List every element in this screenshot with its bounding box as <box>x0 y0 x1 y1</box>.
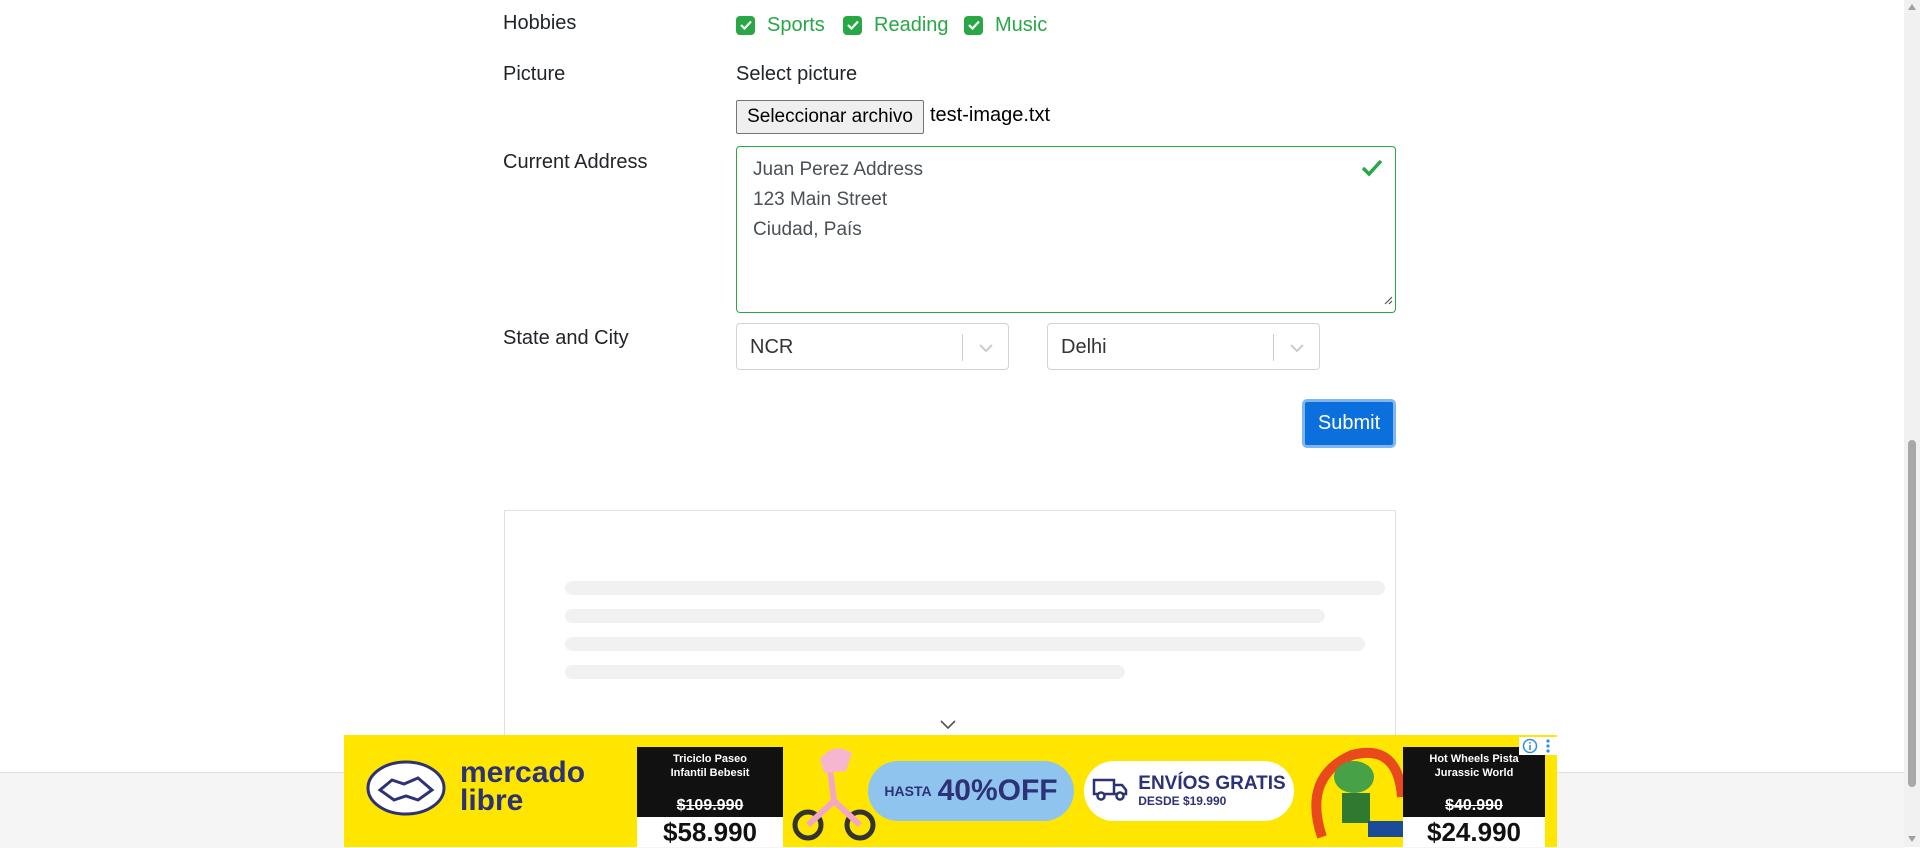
discount-prefix: HASTA <box>884 783 932 799</box>
toy-track-image <box>1302 737 1418 847</box>
faded-text-line <box>565 637 1365 651</box>
product-card-1: Triciclo Paseo Infantil Bebesit <box>637 747 783 797</box>
chevron-down-icon[interactable] <box>976 338 996 363</box>
checkmark-icon <box>736 15 755 35</box>
checkbox-label-sports: Sports <box>767 13 825 36</box>
product-old-price: $40.990 <box>1445 797 1503 814</box>
select-separator <box>962 334 963 361</box>
address-line: Ciudad, País <box>753 219 862 240</box>
checkbox-music[interactable]: Music <box>964 12 1047 38</box>
product-old-price: $109.990 <box>676 797 744 814</box>
discount-value: 40%OFF <box>937 774 1058 807</box>
checkbox-sports[interactable]: Sports <box>736 12 825 38</box>
checkmark-icon <box>964 15 983 35</box>
faded-text-line <box>565 609 1325 623</box>
more-options-icon[interactable] <box>1543 738 1553 759</box>
submit-button[interactable]: Submit <box>1302 399 1396 448</box>
brand-text: mercado <box>460 756 586 789</box>
current-address-textarea[interactable]: Juan Perez Address 123 Main Street Ciuda… <box>736 146 1396 313</box>
product-price: $24.990 <box>1403 817 1545 847</box>
faded-text-line <box>565 581 1385 595</box>
resize-handle-icon[interactable] <box>1383 292 1393 310</box>
brand-text: libre <box>460 784 524 817</box>
picture-label: Picture <box>503 63 566 85</box>
state-select[interactable]: NCR <box>736 323 1009 370</box>
select-separator <box>1273 334 1274 361</box>
checkbox-label-reading: Reading <box>874 13 949 36</box>
hobbies-label: Hobbies <box>503 12 577 34</box>
current-address-label: Current Address <box>503 151 648 173</box>
address-line: Juan Perez Address <box>753 159 924 180</box>
file-name-text: test-image.txt <box>930 104 1051 126</box>
state-city-label: State and City <box>503 327 629 349</box>
state-select-value: NCR <box>750 336 794 358</box>
file-select-button[interactable]: Seleccionar archivo <box>736 100 924 134</box>
checkmark-icon <box>843 15 862 35</box>
product-title: Triciclo Paseo <box>673 753 747 765</box>
info-icon[interactable] <box>1522 738 1538 759</box>
scrollbar-thumb[interactable] <box>1908 440 1916 787</box>
ad-controls <box>1519 737 1557 755</box>
chevron-down-icon[interactable] <box>1287 338 1307 363</box>
ad-banner[interactable]: mercado libre Triciclo Paseo Infantil Be… <box>344 735 1557 847</box>
checkbox-reading[interactable]: Reading <box>843 12 949 38</box>
tricycle-image <box>790 739 880 847</box>
scroll-down-icon <box>1908 836 1916 842</box>
faded-text-line <box>565 665 1125 679</box>
valid-check-icon <box>1361 159 1383 182</box>
scroll-up-icon <box>1908 4 1916 10</box>
product-title: Infantil Bebesit <box>670 767 750 779</box>
shipping-sub: DESDE $19.990 <box>1138 794 1227 808</box>
discount-pill: HASTA 40%OFF <box>868 761 1074 821</box>
shipping-title: ENVÍOS GRATIS <box>1138 773 1286 794</box>
checkbox-label-music: Music <box>995 13 1048 36</box>
shipping-pill: ENVÍOS GRATIS DESDE $19.990 <box>1084 761 1294 821</box>
city-select-value: Delhi <box>1061 336 1107 358</box>
product-title: Jurassic World <box>1434 767 1514 779</box>
truck-icon <box>1092 776 1128 807</box>
select-picture-label: Select picture <box>736 63 858 85</box>
city-select[interactable]: Delhi <box>1047 323 1320 370</box>
address-line: 123 Main Street <box>753 189 888 210</box>
handshake-icon <box>366 760 446 821</box>
product-price: $58.990 <box>637 817 783 847</box>
